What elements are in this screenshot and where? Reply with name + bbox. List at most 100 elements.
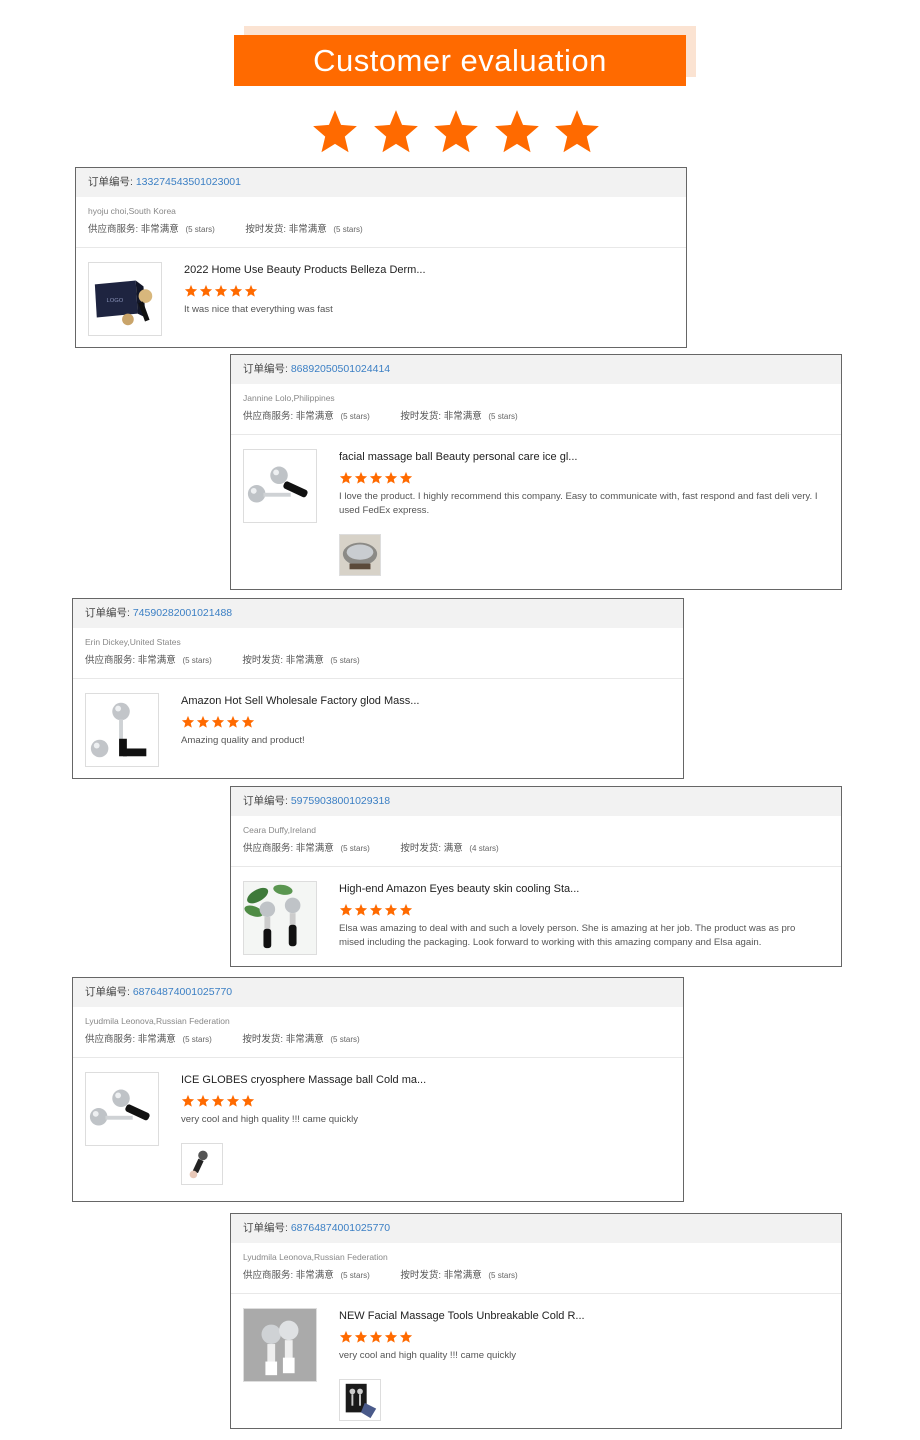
massage-balls-plant-icon[interactable] [243, 881, 317, 955]
order-header: 订单编号: 74590282001021488 [73, 599, 683, 628]
star-icon [384, 471, 398, 485]
gift-box-photo-icon[interactable] [339, 1379, 381, 1421]
rating-stars [310, 107, 602, 157]
product-title-link[interactable]: facial massage ball Beauty personal care… [339, 450, 829, 464]
order-label: 订单编号: [88, 176, 136, 188]
supplier-rating: 非常满意 [295, 1270, 334, 1281]
review-content: Amazon Hot Sell Wholesale Factory glod M… [181, 694, 671, 748]
review-meta: Ceara Duffy,Ireland 供应商服务: 非常满意 (5 stars)… [231, 816, 841, 867]
star-icon [339, 903, 353, 917]
supplier-rating: 非常满意 [137, 1034, 176, 1045]
star-icon [241, 715, 255, 729]
supplier-label: 供应商服务: [85, 1034, 136, 1045]
product-title-link[interactable]: NEW Facial Massage Tools Unbreakable Col… [339, 1309, 829, 1323]
star-icon [339, 1330, 353, 1344]
shipping-rating: 非常满意 [285, 655, 324, 666]
star-icon [199, 284, 213, 298]
review-stars [339, 471, 829, 485]
order-number-link[interactable]: 86892050501024414 [291, 363, 390, 375]
supplier-rating: 非常满意 [137, 655, 176, 666]
svg-text:LOGO: LOGO [107, 298, 124, 304]
rating-summary: 供应商服务: 非常满意 (5 stars) 按时发货: 非常满意 (5 star… [243, 1270, 829, 1282]
shipping-label: 按时发货: [242, 1034, 284, 1045]
supplier-label: 供应商服务: [88, 224, 139, 235]
order-number-link[interactable]: 68764874001025770 [133, 986, 232, 998]
review-body: NEW Facial Massage Tools Unbreakable Col… [231, 1294, 841, 1433]
hand-photo-icon[interactable] [181, 1143, 223, 1185]
star-icon [399, 903, 413, 917]
review-body: ICE GLOBES cryosphere Massage ball Cold … [73, 1058, 683, 1197]
star-icon [384, 1330, 398, 1344]
star-icon [229, 284, 243, 298]
shipping-label: 按时发货: [400, 1270, 442, 1281]
supplier-rating: 非常满意 [295, 843, 334, 854]
order-header: 订单编号: 133274543501023001 [76, 168, 686, 197]
order-label: 订单编号: [243, 795, 291, 807]
shipping-rating: 非常满意 [288, 224, 327, 235]
star-icon [310, 107, 360, 157]
star-icon [354, 903, 368, 917]
star-icon [354, 1330, 368, 1344]
star-icon [399, 471, 413, 485]
star-icon [226, 715, 240, 729]
massage-ball-icon[interactable] [85, 1072, 159, 1146]
supplier-label: 供应商服务: [85, 655, 136, 666]
review-comment: Amazing quality and product! [181, 735, 305, 746]
star-icon [181, 715, 195, 729]
review-meta: Jannine Lolo,Philippines 供应商服务: 非常满意 (5 s… [231, 384, 841, 435]
star-icon [371, 107, 421, 157]
star-icon [399, 1330, 413, 1344]
review-meta: hyoju choi,South Korea 供应商服务: 非常满意 (5 sta… [76, 197, 686, 248]
supplier-stars-text: (5 stars) [182, 1035, 212, 1044]
review-card: 订单编号: 59759038001029318 Ceara Duffy,Irela… [230, 786, 842, 967]
supplier-stars-text: (5 stars) [340, 1271, 370, 1280]
shipping-label: 按时发货: [245, 224, 287, 235]
shipping-rating: 非常满意 [285, 1034, 324, 1045]
shipping-stars-text: (5 stars) [488, 412, 518, 421]
page-title: Customer evaluation [234, 35, 686, 86]
star-icon [196, 1094, 210, 1108]
review-comment: It was nice that everything was fast [184, 304, 333, 315]
massage-balls-gray-icon[interactable] [243, 1308, 317, 1382]
supplier-label: 供应商服务: [243, 411, 294, 422]
order-number-link[interactable]: 133274543501023001 [136, 176, 241, 188]
product-title-link[interactable]: Amazon Hot Sell Wholesale Factory glod M… [181, 694, 671, 708]
review-card: 订单编号: 68764874001025770 Lyudmila Leonova,… [72, 977, 684, 1202]
shipping-rating: 非常满意 [443, 1270, 482, 1281]
star-icon [552, 107, 602, 157]
product-title-link[interactable]: ICE GLOBES cryosphere Massage ball Cold … [181, 1073, 671, 1087]
star-icon [196, 715, 210, 729]
package-photo-icon[interactable] [339, 534, 381, 576]
supplier-stars-text: (5 stars) [182, 656, 212, 665]
order-header: 订单编号: 68764874001025770 [231, 1214, 841, 1243]
star-icon [431, 107, 481, 157]
shipping-stars-text: (5 stars) [488, 1271, 518, 1280]
order-number-link[interactable]: 59759038001029318 [291, 795, 390, 807]
shipping-rating: 满意 [443, 843, 463, 854]
shipping-stars-text: (5 stars) [333, 225, 363, 234]
star-icon [354, 471, 368, 485]
rating-summary: 供应商服务: 非常满意 (5 stars) 按时发货: 非常满意 (5 star… [88, 224, 674, 236]
star-icon [244, 284, 258, 298]
product-title-link[interactable]: 2022 Home Use Beauty Products Belleza De… [184, 263, 674, 277]
review-body: Amazon Hot Sell Wholesale Factory glod M… [73, 679, 683, 767]
order-number-link[interactable]: 68764874001025770 [291, 1222, 390, 1234]
massage-ball-pair-icon[interactable] [85, 693, 159, 767]
review-card: 订单编号: 74590282001021488 Erin Dickey,Unite… [72, 598, 684, 779]
review-meta: Lyudmila Leonova,Russian Federation 供应商服务… [73, 1007, 683, 1058]
product-title-link[interactable]: High-end Amazon Eyes beauty skin cooling… [339, 882, 829, 896]
order-number-link[interactable]: 74590282001021488 [133, 607, 232, 619]
logo-box-icon[interactable]: LOGO [88, 262, 162, 336]
star-icon [241, 1094, 255, 1108]
buyer-name: Erin Dickey,United States [85, 637, 181, 647]
review-comment: I love the product. I highly recommend t… [339, 491, 818, 516]
massage-ball-icon[interactable] [243, 449, 317, 523]
supplier-rating: 非常满意 [295, 411, 334, 422]
review-card: 订单编号: 133274543501023001 hyoju choi,South… [75, 167, 687, 348]
buyer-name: Lyudmila Leonova,Russian Federation [85, 1016, 230, 1026]
buyer-name: hyoju choi,South Korea [88, 206, 176, 216]
review-stars [339, 1330, 829, 1344]
star-icon [181, 1094, 195, 1108]
review-body: LOGO 2022 Home Use Beauty Products Bellez… [76, 248, 686, 336]
review-stars [181, 715, 671, 729]
